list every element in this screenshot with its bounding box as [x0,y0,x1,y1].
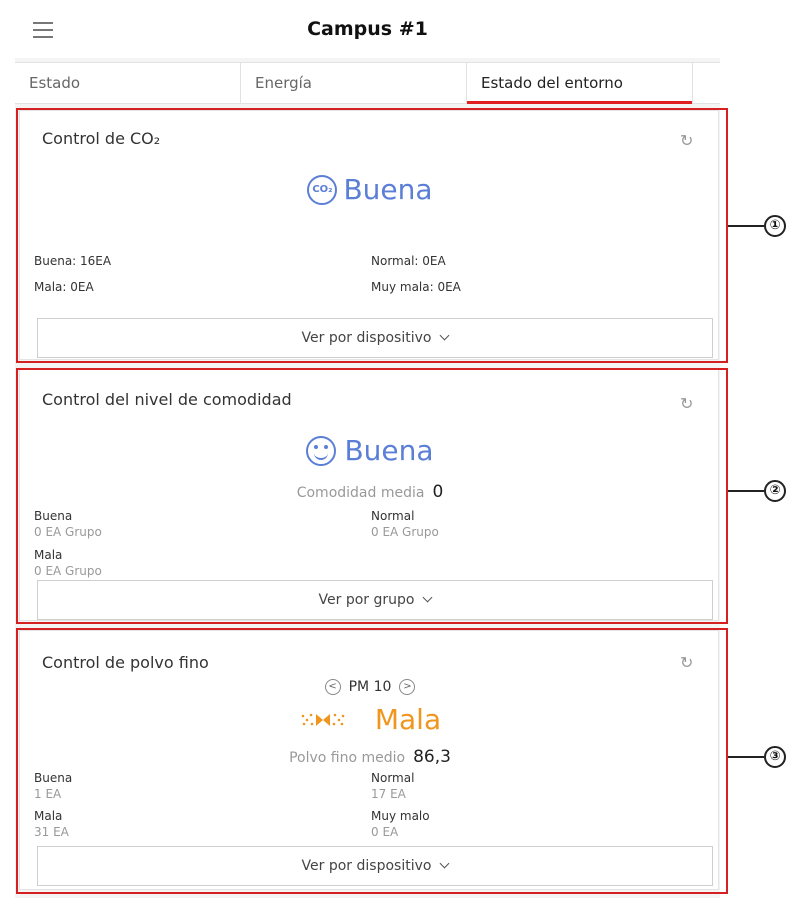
tab-energia[interactable]: Energía [241,63,467,103]
callout-box-3 [16,628,728,894]
tab-spacer [693,63,720,103]
tab-bar: Estado Energía Estado del entorno [15,62,720,104]
callout-badge-2: ② [764,480,786,502]
tab-estado[interactable]: Estado [15,63,241,103]
callout-badge-3: ③ [764,746,786,768]
callout-box-1 [16,108,728,363]
callout-leader-3 [728,756,764,758]
page-title: Campus #1 [307,18,428,40]
callout-leader-2 [728,490,764,492]
tab-estado-del-entorno[interactable]: Estado del entorno [467,63,693,104]
callout-leader-1 [728,225,764,227]
top-bar: Campus #1 [15,0,720,58]
callout-box-2 [16,368,728,624]
callout-badge-1: ① [764,215,786,237]
